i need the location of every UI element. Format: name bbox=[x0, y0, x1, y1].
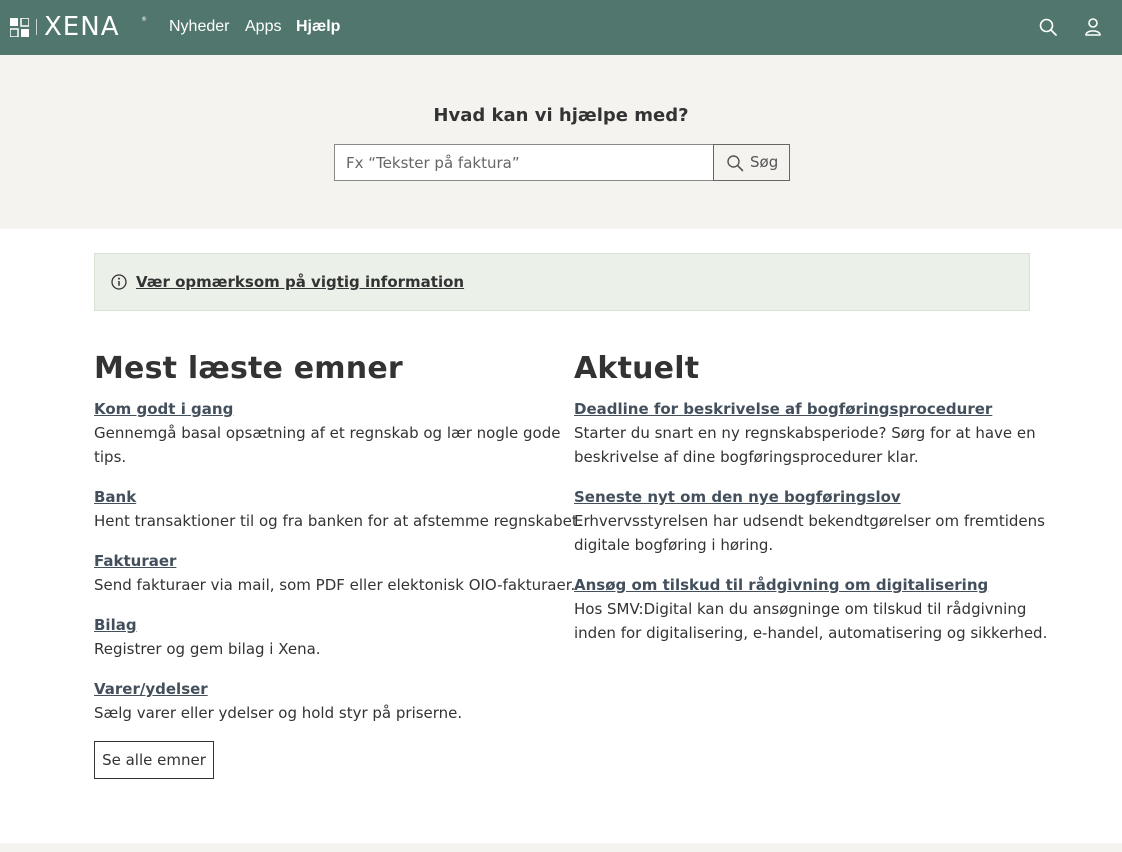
topic-link[interactable]: Varer/ydelser bbox=[94, 677, 462, 701]
list-item: Bank Hent transaktioner til og fra banke… bbox=[94, 485, 583, 533]
search-icon bbox=[1039, 18, 1057, 36]
list-item: Seneste nyt om den nye bogføringslov Erh… bbox=[574, 485, 1045, 557]
news-link[interactable]: Seneste nyt om den nye bogføringslov bbox=[574, 485, 1045, 509]
list-item: Bilag Registrer og gem bilag i Xena. bbox=[94, 613, 321, 661]
top-navigation-bar: EG XENA ® Nyheder Apps Hjælp bbox=[0, 0, 1122, 55]
search-submit-button[interactable]: Søg bbox=[713, 144, 790, 181]
help-search-hero: Hvad kan vi hjælpe med? Søg bbox=[0, 55, 1122, 229]
footer-strip bbox=[0, 843, 1122, 852]
topic-description: Hent transaktioner til og fra banken for… bbox=[94, 512, 583, 530]
news-description: Erhvervsstyrelsen har udsendt bekendtgør… bbox=[574, 512, 1045, 530]
registered-mark: ® bbox=[141, 16, 147, 23]
news-link[interactable]: Ansøg om tilskud til rådgivning om digit… bbox=[574, 573, 1047, 597]
nav-hjaelp[interactable]: Hjælp bbox=[296, 17, 340, 37]
header-account-button[interactable] bbox=[1083, 17, 1103, 37]
news-heading: Aktuelt bbox=[574, 351, 700, 386]
help-search-input[interactable] bbox=[334, 144, 714, 181]
news-description: Hos SMV:Digital kan du ansøgninge om til… bbox=[574, 600, 1027, 618]
list-item: Deadline for beskrivelse af bogføringspr… bbox=[574, 397, 1036, 469]
news-description: inden for digitalisering, e-handel, auto… bbox=[574, 624, 1048, 642]
info-icon bbox=[111, 274, 127, 290]
list-item: Ansøg om tilskud til rådgivning om digit… bbox=[574, 573, 1047, 645]
news-description: digitale bogføring i høring. bbox=[574, 536, 774, 554]
search-submit-label: Søg bbox=[750, 153, 779, 171]
nav-apps[interactable]: Apps bbox=[245, 17, 281, 37]
topic-description: tips. bbox=[94, 448, 127, 466]
topic-description: Sælg varer eller ydelser og hold styr på… bbox=[94, 704, 463, 722]
topic-link[interactable]: Bank bbox=[94, 485, 583, 509]
user-icon bbox=[1085, 18, 1101, 36]
see-all-topics-button[interactable]: Se alle emner bbox=[94, 741, 214, 779]
topic-link[interactable]: Fakturaer bbox=[94, 549, 575, 573]
popular-topics-heading: Mest læste emner bbox=[94, 351, 403, 386]
hero-title: Hvad kan vi hjælpe med? bbox=[433, 105, 689, 126]
header-search-button[interactable] bbox=[1038, 17, 1058, 37]
news-description: Starter du snart en ny regnskabsperiode?… bbox=[574, 424, 1036, 442]
search-icon bbox=[727, 155, 744, 172]
xena-wordmark[interactable]: XENA bbox=[44, 14, 119, 40]
topic-description: Registrer og gem bilag i Xena. bbox=[94, 640, 321, 658]
topic-link[interactable]: Bilag bbox=[94, 613, 321, 637]
logo-divider bbox=[36, 19, 37, 35]
nav-nyheder[interactable]: Nyheder bbox=[169, 17, 229, 37]
list-item: Fakturaer Send fakturaer via mail, som P… bbox=[94, 549, 575, 597]
topic-link[interactable]: Kom godt i gang bbox=[94, 397, 561, 421]
eg-logo-icon[interactable] bbox=[10, 18, 29, 37]
news-description: beskrivelse af dine bogføringsprocedurer… bbox=[574, 448, 919, 466]
list-item: Varer/ydelser Sælg varer eller ydelser o… bbox=[94, 677, 462, 725]
important-notice-link[interactable]: Vær opmærksom på vigtig information bbox=[136, 272, 464, 292]
topic-description: Send fakturaer via mail, som PDF eller e… bbox=[94, 576, 576, 594]
news-link[interactable]: Deadline for beskrivelse af bogføringspr… bbox=[574, 397, 1036, 421]
topic-description: Gennemgå basal opsætning af et regnskab … bbox=[94, 424, 561, 442]
important-notice-banner: Vær opmærksom på vigtig information bbox=[94, 253, 1030, 311]
list-item: Kom godt i gang Gennemgå basal opsætning… bbox=[94, 397, 561, 469]
